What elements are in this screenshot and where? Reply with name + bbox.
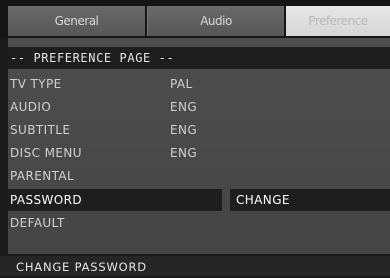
setting-label: PARENTAL bbox=[10, 169, 75, 183]
setting-value: PAL bbox=[170, 77, 193, 91]
setting-label: DISC MENU bbox=[10, 146, 82, 160]
tab-preference[interactable]: Preference bbox=[286, 6, 390, 36]
setting-label: AUDIO bbox=[10, 100, 52, 114]
setting-row-disc-menu[interactable]: DISC MENU ENG bbox=[8, 142, 390, 164]
setting-row-subtitle[interactable]: SUBTITLE ENG bbox=[8, 119, 390, 141]
setting-label: DEFAULT bbox=[10, 216, 65, 230]
setting-value: ENG bbox=[170, 146, 198, 160]
setting-value: ENG bbox=[170, 100, 198, 114]
tab-bar: General Audio Preference bbox=[0, 0, 390, 38]
setting-label: TV TYPE bbox=[10, 77, 62, 91]
setting-value: ENG bbox=[170, 123, 198, 137]
tab-audio[interactable]: Audio bbox=[147, 6, 284, 36]
setting-row-tv-type[interactable]: TV TYPE PAL bbox=[8, 73, 390, 95]
page-title: -- PREFERENCE PAGE -- bbox=[8, 47, 390, 69]
setting-row-default[interactable]: DEFAULT bbox=[8, 212, 390, 234]
status-bar: CHANGE PASSWORD bbox=[0, 256, 390, 276]
tab-general[interactable]: General bbox=[8, 6, 145, 36]
change-password-option[interactable]: CHANGE bbox=[230, 189, 390, 211]
setting-label: PASSWORD bbox=[10, 193, 83, 207]
setting-row-audio[interactable]: AUDIO ENG bbox=[8, 96, 390, 118]
setting-label: SUBTITLE bbox=[10, 123, 71, 137]
setting-row-parental[interactable]: PARENTAL bbox=[8, 165, 390, 187]
setting-row-password[interactable]: PASSWORD CHANGE bbox=[8, 189, 390, 211]
preference-panel: -- PREFERENCE PAGE -- TV TYPE PAL AUDIO … bbox=[8, 38, 390, 254]
